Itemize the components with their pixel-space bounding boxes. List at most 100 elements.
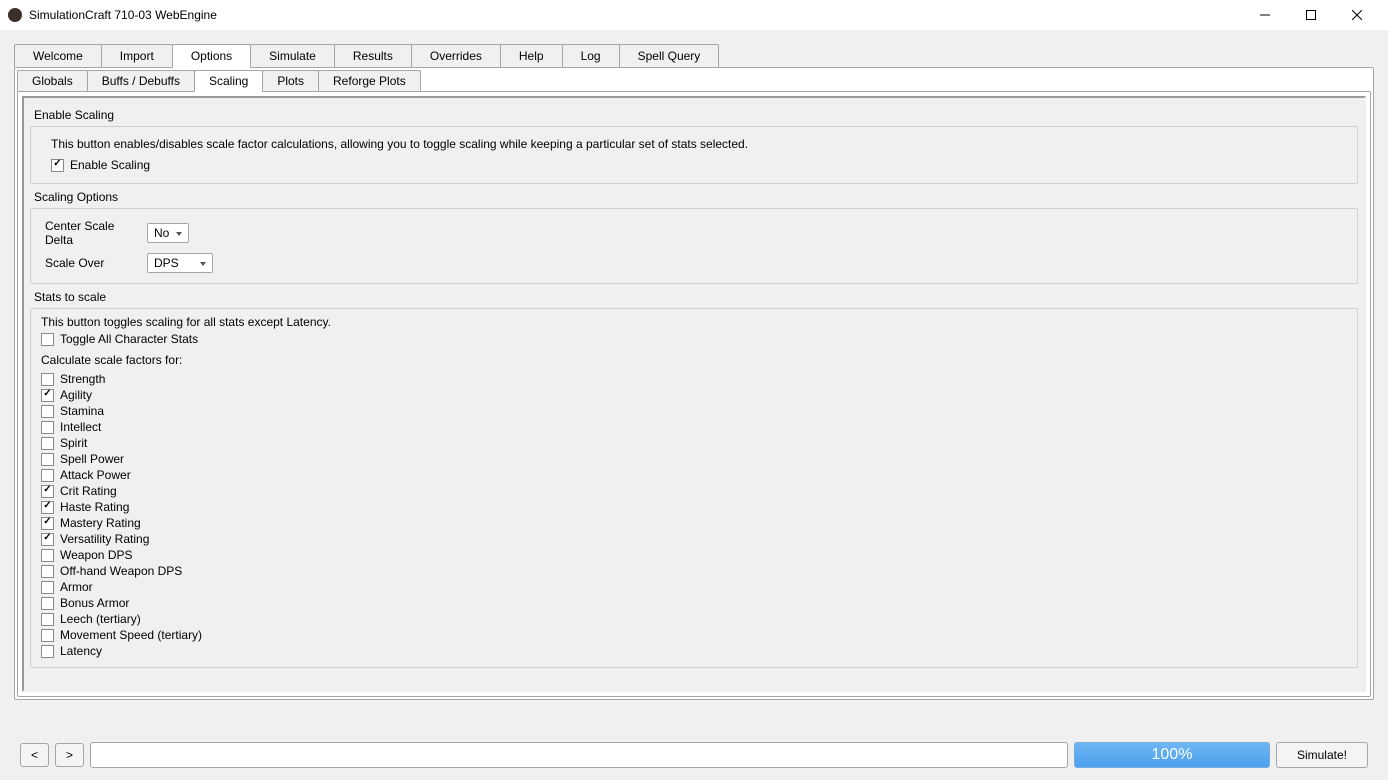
maximize-button[interactable] [1288, 0, 1334, 30]
tab-import[interactable]: Import [101, 44, 173, 67]
stat-label: Off-hand Weapon DPS [60, 563, 182, 579]
title-bar: SimulationCraft 710-03 WebEngine [0, 0, 1388, 30]
tab-log[interactable]: Log [562, 44, 620, 67]
stat-checkbox[interactable] [41, 405, 54, 418]
stat-checkbox[interactable] [41, 533, 54, 546]
minimize-button[interactable] [1242, 0, 1288, 30]
stat-label: Crit Rating [60, 483, 117, 499]
toggle-all-checkbox[interactable] [41, 333, 54, 346]
stat-label: Weapon DPS [60, 547, 133, 563]
forward-button[interactable]: > [55, 743, 84, 767]
stat-row-intellect[interactable]: Intellect [41, 419, 1345, 435]
stat-checkbox[interactable] [41, 453, 54, 466]
enable-scaling-checkbox-row[interactable]: Enable Scaling [51, 157, 1345, 173]
close-button[interactable] [1334, 0, 1380, 30]
scaling-content: Enable Scaling This button enables/disab… [22, 96, 1366, 692]
stat-row-latency[interactable]: Latency [41, 643, 1345, 659]
center-scale-delta-select[interactable]: No [147, 223, 189, 243]
enable-scaling-label: Enable Scaling [70, 157, 150, 173]
stat-label: Strength [60, 371, 105, 387]
stat-row-spirit[interactable]: Spirit [41, 435, 1345, 451]
stat-row-weapon-dps[interactable]: Weapon DPS [41, 547, 1345, 563]
app-icon [8, 8, 22, 22]
stat-checkbox[interactable] [41, 437, 54, 450]
window-controls [1242, 0, 1380, 30]
enable-scaling-checkbox[interactable] [51, 159, 64, 172]
simulate-button[interactable]: Simulate! [1276, 742, 1368, 768]
stat-checkbox[interactable] [41, 565, 54, 578]
stat-checkbox[interactable] [41, 645, 54, 658]
stat-row-attack-power[interactable]: Attack Power [41, 467, 1345, 483]
stat-checkbox[interactable] [41, 421, 54, 434]
stat-checkbox[interactable] [41, 501, 54, 514]
stat-label: Attack Power [60, 467, 131, 483]
stats-to-scale-title: Stats to scale [34, 290, 1358, 304]
stat-checkbox[interactable] [41, 549, 54, 562]
calc-factors-title: Calculate scale factors for: [41, 353, 1345, 367]
stat-row-leech-tertiary-[interactable]: Leech (tertiary) [41, 611, 1345, 627]
stat-row-armor[interactable]: Armor [41, 579, 1345, 595]
stat-checkbox[interactable] [41, 629, 54, 642]
command-input[interactable] [90, 742, 1068, 768]
stat-row-strength[interactable]: Strength [41, 371, 1345, 387]
stat-checkbox[interactable] [41, 597, 54, 610]
stat-row-agility[interactable]: Agility [41, 387, 1345, 403]
enable-scaling-group: Enable Scaling This button enables/disab… [30, 108, 1358, 184]
stat-label: Stamina [60, 403, 104, 419]
subtab-scaling[interactable]: Scaling [194, 70, 263, 92]
stat-label: Latency [60, 643, 102, 659]
stat-checkbox[interactable] [41, 485, 54, 498]
tab-welcome[interactable]: Welcome [14, 44, 102, 67]
stat-row-stamina[interactable]: Stamina [41, 403, 1345, 419]
stat-label: Spell Power [60, 451, 124, 467]
scale-over-label: Scale Over [45, 256, 145, 270]
stat-row-spell-power[interactable]: Spell Power [41, 451, 1345, 467]
stat-row-haste-rating[interactable]: Haste Rating [41, 499, 1345, 515]
stats-to-scale-body: This button toggles scaling for all stat… [30, 308, 1358, 668]
tab-spell-query[interactable]: Spell Query [619, 44, 720, 67]
back-button[interactable]: < [20, 743, 49, 767]
stat-checkbox[interactable] [41, 613, 54, 626]
stat-label: Leech (tertiary) [60, 611, 141, 627]
tab-results[interactable]: Results [334, 44, 412, 67]
secondary-tab-panel: Enable Scaling This button enables/disab… [17, 91, 1371, 697]
enable-scaling-title: Enable Scaling [34, 108, 1358, 122]
tab-help[interactable]: Help [500, 44, 563, 67]
stat-checkbox[interactable] [41, 517, 54, 530]
stat-row-mastery-rating[interactable]: Mastery Rating [41, 515, 1345, 531]
stat-row-bonus-armor[interactable]: Bonus Armor [41, 595, 1345, 611]
scaling-options-title: Scaling Options [34, 190, 1358, 204]
stat-checkbox[interactable] [41, 469, 54, 482]
scale-over-select[interactable]: DPS [147, 253, 213, 273]
tab-overrides[interactable]: Overrides [411, 44, 501, 67]
tab-simulate[interactable]: Simulate [250, 44, 335, 67]
enable-scaling-body: This button enables/disables scale facto… [30, 126, 1358, 184]
stat-label: Versatility Rating [60, 531, 149, 547]
stat-label: Spirit [60, 435, 87, 451]
subtab-globals[interactable]: Globals [17, 70, 88, 91]
subtab-plots[interactable]: Plots [262, 70, 319, 91]
stat-checkbox[interactable] [41, 581, 54, 594]
footer-bar: < > 100% Simulate! [14, 734, 1374, 774]
stat-checkbox[interactable] [41, 373, 54, 386]
tab-options[interactable]: Options [172, 44, 251, 68]
primary-tabs: WelcomeImportOptionsSimulateResultsOverr… [14, 44, 1374, 67]
stat-row-movement-speed-tertiary-[interactable]: Movement Speed (tertiary) [41, 627, 1345, 643]
toggle-all-desc: This button toggles scaling for all stat… [41, 315, 1345, 329]
progress-bar: 100% [1074, 742, 1270, 768]
subtab-reforge-plots[interactable]: Reforge Plots [318, 70, 421, 91]
toggle-all-label: Toggle All Character Stats [60, 331, 198, 347]
toggle-all-row[interactable]: Toggle All Character Stats [41, 331, 1345, 347]
stat-row-versatility-rating[interactable]: Versatility Rating [41, 531, 1345, 547]
subtab-buffs-debuffs[interactable]: Buffs / Debuffs [87, 70, 195, 91]
scaling-options-body: Center Scale Delta No Scale Over DPS [30, 208, 1358, 284]
window-title: SimulationCraft 710-03 WebEngine [29, 8, 1242, 22]
scaling-options-group: Scaling Options Center Scale Delta No Sc… [30, 190, 1358, 284]
stat-label: Agility [60, 387, 92, 403]
primary-tab-panel: GlobalsBuffs / DebuffsScalingPlotsReforg… [14, 67, 1374, 700]
stat-checkbox[interactable] [41, 389, 54, 402]
stat-row-off-hand-weapon-dps[interactable]: Off-hand Weapon DPS [41, 563, 1345, 579]
stats-to-scale-group: Stats to scale This button toggles scali… [30, 290, 1358, 668]
center-scale-delta-label: Center Scale Delta [45, 219, 145, 247]
stat-row-crit-rating[interactable]: Crit Rating [41, 483, 1345, 499]
